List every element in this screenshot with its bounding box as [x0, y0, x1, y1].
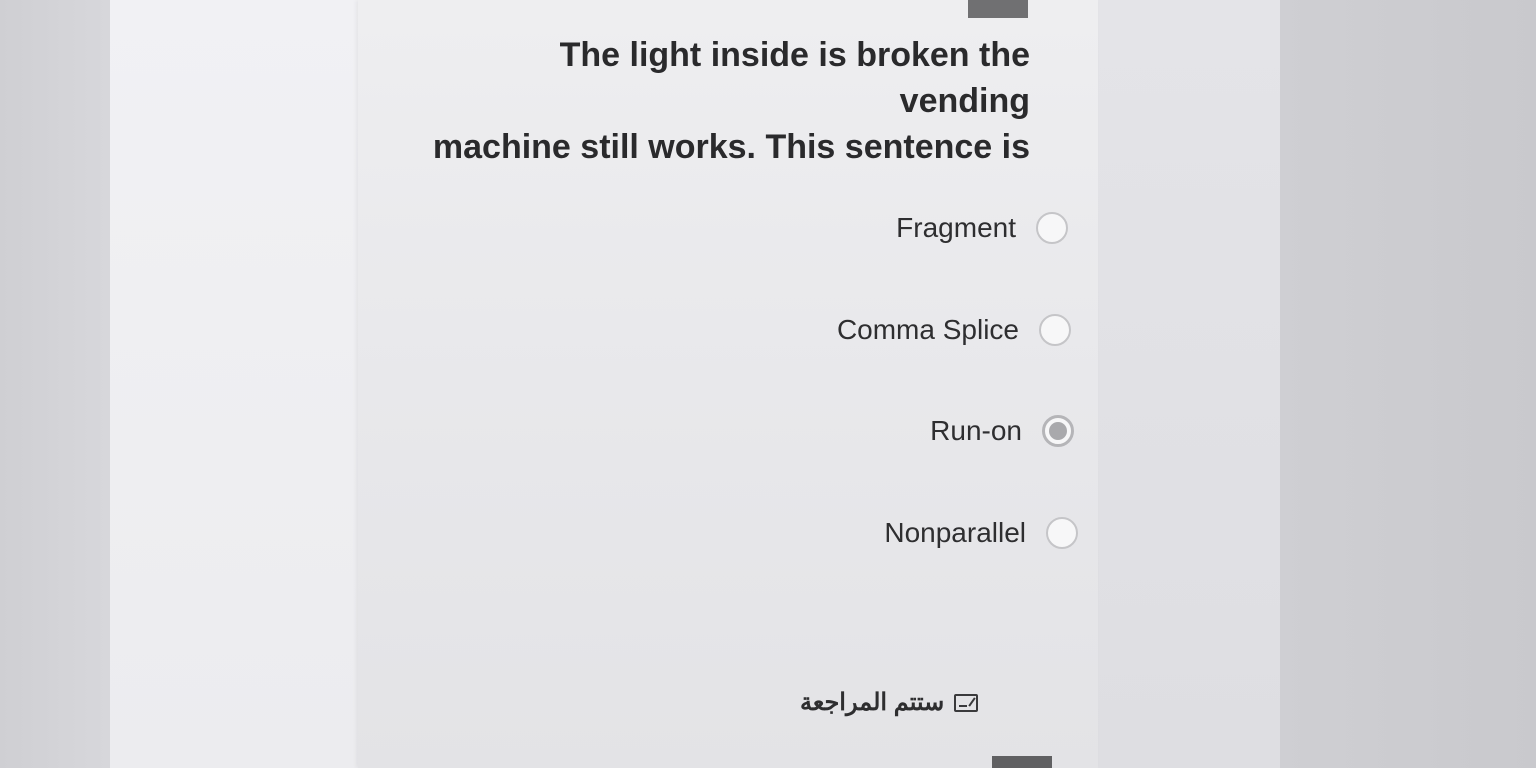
review-flag[interactable]: ستتم المراجعة [800, 688, 1060, 717]
option-label: Fragment [896, 212, 1016, 243]
radio-button-selected[interactable] [1042, 415, 1074, 447]
review-label: ستتم المراجعة [800, 689, 945, 716]
background-right [1280, 0, 1536, 768]
answer-options: Fragment Comma Splice Run-on Nonparallel [700, 0, 1080, 768]
option-label: Nonparallel [884, 517, 1026, 548]
radio-button[interactable] [1036, 212, 1068, 244]
option-comma-splice[interactable]: Comma Splice [837, 314, 1071, 346]
option-nonparallel[interactable]: Nonparallel [884, 517, 1078, 549]
option-run-on[interactable]: Run-on [930, 415, 1074, 447]
left-panel [110, 0, 380, 768]
option-fragment[interactable]: Fragment [896, 212, 1068, 244]
option-label: Comma Splice [836, 314, 1019, 345]
background-left [0, 0, 120, 768]
radio-dot [1049, 422, 1067, 440]
right-panel [1085, 0, 1295, 768]
radio-button[interactable] [1046, 517, 1078, 549]
option-label: Run-on [930, 415, 1022, 446]
edit-note-icon [954, 693, 979, 712]
radio-button[interactable] [1039, 314, 1071, 346]
